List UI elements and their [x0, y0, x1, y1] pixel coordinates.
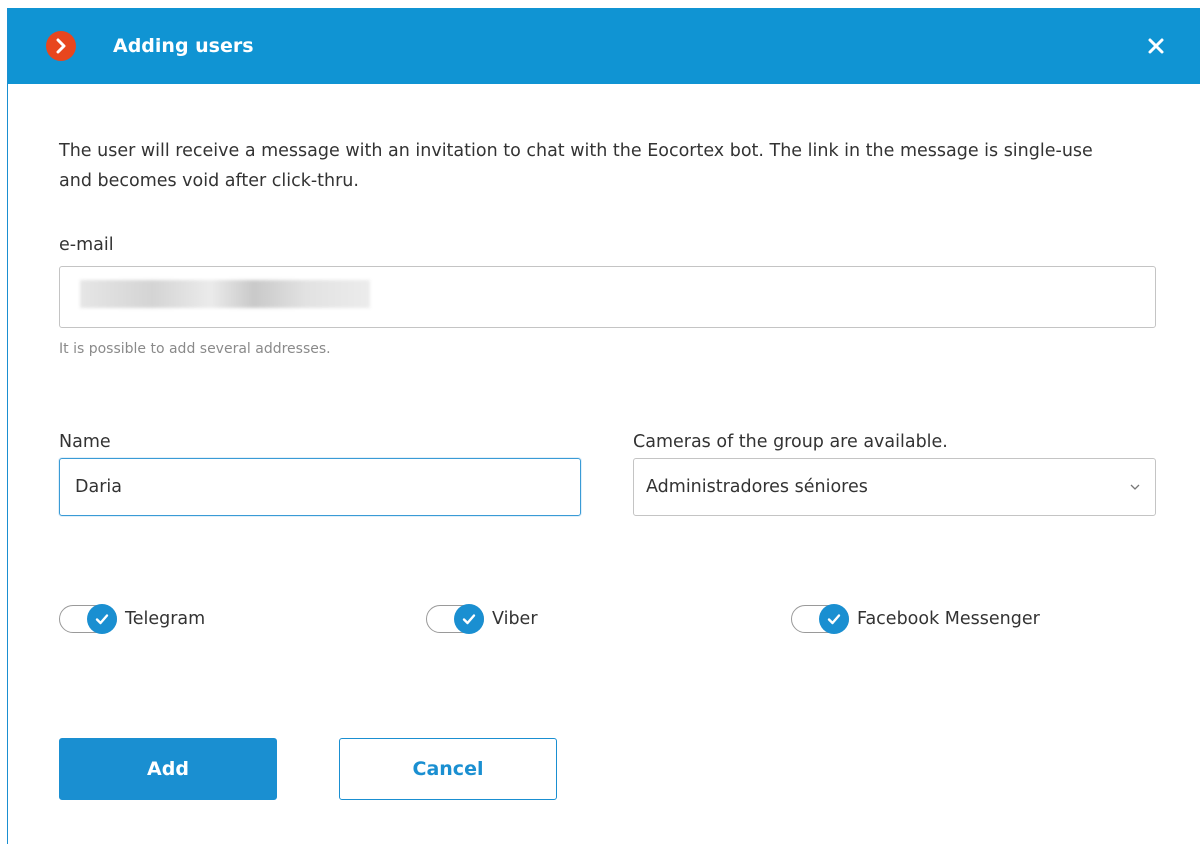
toggle-viber[interactable]: Viber: [426, 604, 538, 634]
name-input-value: Daria: [75, 477, 122, 497]
name-label: Name: [59, 432, 111, 452]
group-label: Cameras of the group are available.: [633, 432, 948, 452]
name-input[interactable]: Daria: [59, 458, 581, 516]
facebook-messenger-label: Facebook Messenger: [857, 609, 1040, 629]
add-button[interactable]: Add: [59, 738, 277, 800]
dialog-titlebar: Adding users: [8, 8, 1200, 84]
viber-switch[interactable]: [426, 604, 484, 634]
telegram-switch[interactable]: [59, 604, 117, 634]
facebook-messenger-switch[interactable]: [791, 604, 849, 634]
close-button[interactable]: [1142, 32, 1170, 60]
switch-knob: [87, 604, 117, 634]
email-field[interactable]: [59, 266, 1156, 328]
dialog-description: The user will receive a message with an …: [59, 141, 1093, 191]
close-icon: [1148, 38, 1164, 54]
group-select-value: Administradores séniores: [646, 477, 868, 497]
checkmark-icon: [827, 614, 841, 625]
cancel-button[interactable]: Cancel: [339, 738, 557, 800]
checkmark-icon: [95, 614, 109, 625]
email-value-redacted: [80, 280, 370, 308]
adding-users-dialog: Adding users The user will receive a mes…: [7, 8, 1200, 844]
switch-knob: [819, 604, 849, 634]
app-logo-icon: [46, 31, 76, 61]
email-label: e-mail: [59, 235, 114, 255]
dialog-title: Adding users: [113, 35, 254, 57]
switch-knob: [454, 604, 484, 634]
toggle-facebook-messenger[interactable]: Facebook Messenger: [791, 604, 1040, 634]
toggle-telegram[interactable]: Telegram: [59, 604, 205, 634]
checkmark-icon: [462, 614, 476, 625]
group-select[interactable]: Administradores séniores: [633, 458, 1156, 516]
telegram-label: Telegram: [125, 609, 206, 629]
viber-label: Viber: [492, 609, 538, 629]
chevron-down-icon: [1130, 484, 1140, 490]
email-hint: It is possible to add several addresses.: [59, 341, 331, 357]
